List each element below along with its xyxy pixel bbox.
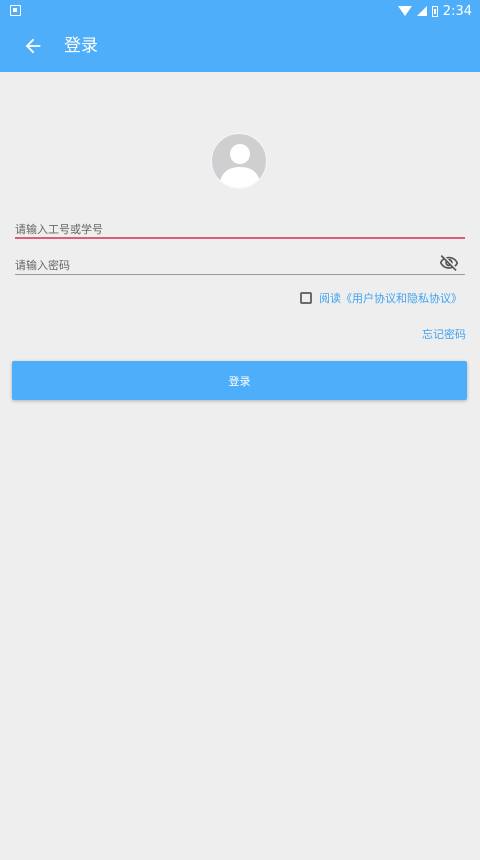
- forgot-password-link[interactable]: 忘记密码: [422, 326, 466, 342]
- agreement-link[interactable]: 阅读《用户协议和隐私协议》: [319, 290, 462, 306]
- agreement-row: 阅读《用户协议和隐私协议》: [300, 289, 462, 307]
- account-field: [15, 218, 465, 239]
- agreement-checkbox[interactable]: [300, 292, 312, 304]
- app-bar: 登录: [0, 22, 480, 72]
- account-input[interactable]: [15, 220, 465, 239]
- arrow-back-icon[interactable]: [22, 35, 44, 57]
- login-button[interactable]: 登录: [12, 361, 467, 400]
- battery-icon: [431, 5, 438, 17]
- notification-icon: [10, 5, 21, 16]
- password-field: [15, 254, 465, 275]
- status-bar: 2:34: [0, 0, 480, 22]
- cell-signal-icon: [416, 6, 427, 16]
- page-title: 登录: [64, 36, 98, 56]
- wifi-icon: [397, 6, 412, 16]
- avatar: [211, 133, 267, 189]
- visibility-off-icon[interactable]: [439, 253, 459, 273]
- password-input[interactable]: [15, 256, 425, 275]
- user-silhouette-icon: [219, 144, 261, 188]
- status-time: 2:34: [442, 3, 472, 19]
